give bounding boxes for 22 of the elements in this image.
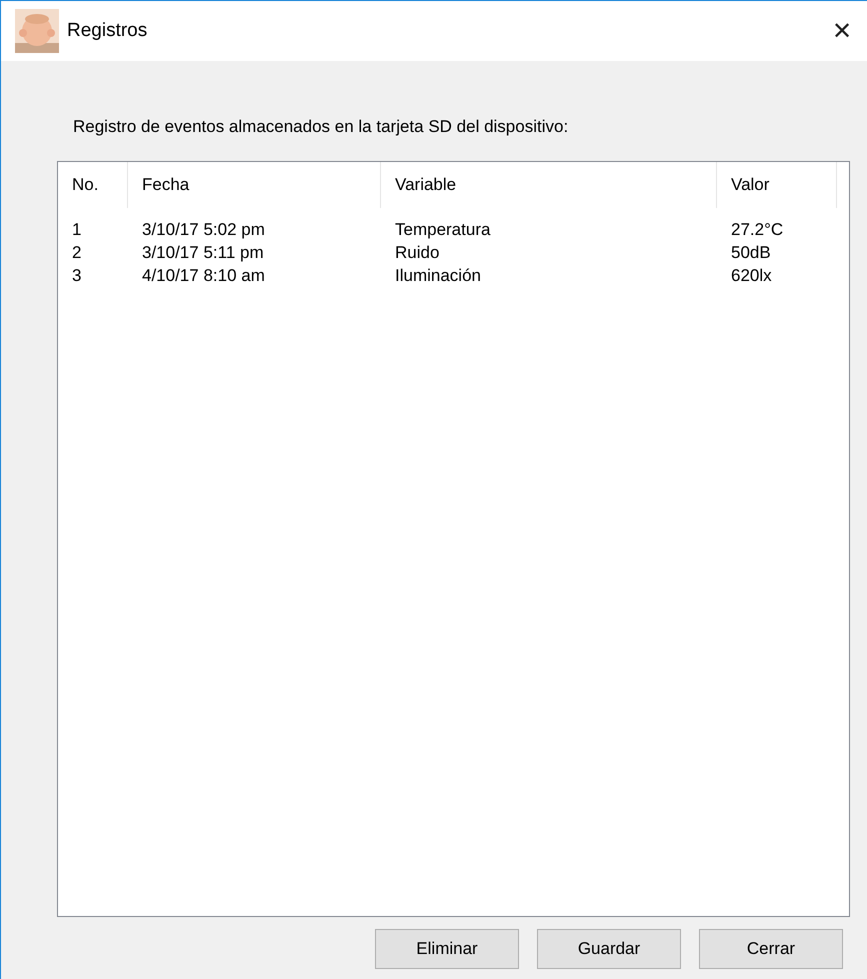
action-button[interactable]: Guardar <box>537 929 681 969</box>
column-header[interactable]: Variable <box>381 162 717 208</box>
table-cell-text: Ruido <box>394 242 440 264</box>
column-header[interactable]: Fecha <box>128 162 381 208</box>
action-button[interactable]: Eliminar <box>375 929 519 969</box>
column-header[interactable]: No. <box>58 162 128 208</box>
table-cell-text: Iluminación <box>394 265 482 287</box>
table-cell-text: 3/10/17 5:02 pm <box>141 219 266 241</box>
table-cell-text: 4/10/17 8:10 am <box>141 265 266 287</box>
table-cell-text: 50dB <box>730 242 772 264</box>
table-cell-text: 620lx <box>730 265 773 287</box>
column-header[interactable]: Valor <box>717 162 837 208</box>
table-cell-text: Temperatura <box>394 219 492 241</box>
close-button[interactable]: ✕ <box>817 1 867 61</box>
action-button[interactable]: Cerrar <box>699 929 843 969</box>
table-cell-text: 3/10/17 5:11 pm <box>141 242 265 264</box>
description-text: Registro de eventos almacenados en la tarjeta SD del dispositivo: <box>73 117 570 137</box>
window-title: Registros <box>67 20 148 42</box>
table-cell-text: 2 <box>71 242 82 264</box>
table-cell-text: 27.2°C <box>730 219 784 241</box>
table-cell-text: 1 <box>71 219 82 241</box>
table-cell-text: 3 <box>71 265 82 287</box>
